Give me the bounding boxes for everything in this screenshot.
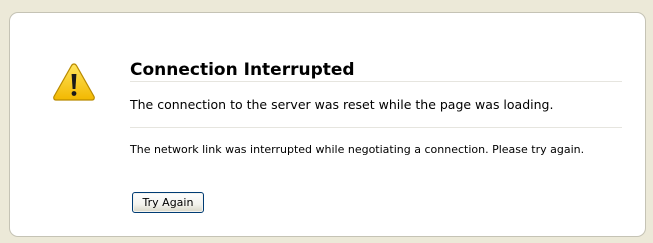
page-title: Connection Interrupted: [130, 60, 355, 80]
error-page-container: Connection Interrupted The connection to…: [9, 12, 646, 237]
description-divider: [130, 127, 622, 128]
try-again-button[interactable]: Try Again: [132, 192, 204, 213]
error-short-description: The connection to the server was reset w…: [130, 97, 554, 112]
warning-icon: [52, 62, 96, 102]
title-divider: [130, 81, 622, 82]
error-long-description: The network link was interrupted while n…: [130, 143, 585, 156]
